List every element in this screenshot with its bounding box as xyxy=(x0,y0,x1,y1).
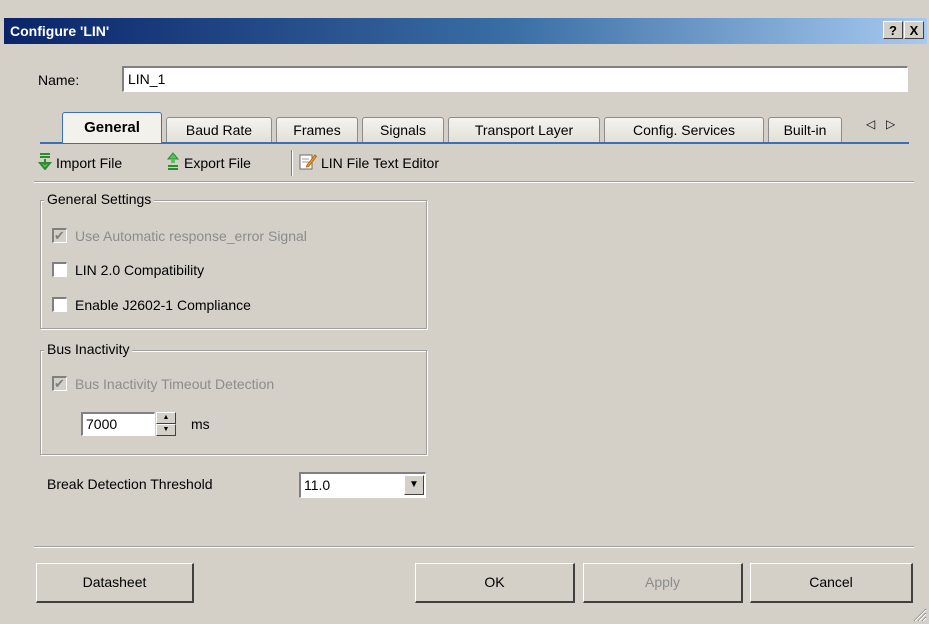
tab-baud-rate[interactable]: Baud Rate xyxy=(166,117,272,142)
dropdown-arrow-icon[interactable]: ▼ xyxy=(404,475,424,495)
tab-signals[interactable]: Signals xyxy=(362,117,444,142)
configure-dialog: Configure 'LIN' ? X Name: LIN_1 General … xyxy=(0,0,929,624)
bus-inactivity-timeout-option[interactable]: ✔ Bus Inactivity Timeout Detection xyxy=(52,374,274,394)
general-settings-title: General Settings xyxy=(44,191,155,207)
lin-file-text-editor-label: LIN File Text Editor xyxy=(321,155,440,171)
import-file-button[interactable]: Import File xyxy=(37,151,123,177)
datasheet-button[interactable]: Datasheet xyxy=(36,563,194,603)
tab-built-in[interactable]: Built-in xyxy=(768,117,842,142)
tab-frames[interactable]: Frames xyxy=(276,117,358,142)
bus-inactivity-timeout-label: Bus Inactivity Timeout Detection xyxy=(75,376,275,392)
lin20-compatibility-label: LIN 2.0 Compatibility xyxy=(75,262,205,278)
timeout-spinner[interactable]: ▲ ▼ xyxy=(156,412,176,436)
ok-button[interactable]: OK xyxy=(415,563,575,603)
import-arrow-icon xyxy=(37,152,53,177)
tab-general[interactable]: General xyxy=(62,112,162,143)
j2602-compliance-checkbox[interactable] xyxy=(52,296,67,312)
tab-scroll-right-icon[interactable]: ▷ xyxy=(886,117,899,131)
bus-inactivity-group xyxy=(40,350,427,455)
auto-response-error-option[interactable]: ✔ Use Automatic response_error Signal xyxy=(52,226,307,246)
break-detection-value: 11.0 xyxy=(304,477,331,493)
footer-divider xyxy=(34,546,914,548)
tab-config-services[interactable]: Config. Services xyxy=(604,117,764,142)
timeout-unit-label: ms xyxy=(191,416,210,432)
toolbar-divider xyxy=(34,181,914,183)
lin20-compatibility-checkbox[interactable] xyxy=(52,261,67,277)
auto-response-error-label: Use Automatic response_error Signal xyxy=(75,228,307,244)
export-arrow-icon xyxy=(166,152,180,177)
name-label: Name: xyxy=(38,72,80,88)
j2602-compliance-option[interactable]: Enable J2602-1 Compliance xyxy=(52,295,251,315)
lin-file-text-editor-button[interactable]: LIN File Text Editor xyxy=(299,151,439,175)
j2602-compliance-label: Enable J2602-1 Compliance xyxy=(75,297,251,313)
edit-document-icon xyxy=(299,152,318,177)
tab-transport-layer[interactable]: Transport Layer xyxy=(448,117,600,142)
check-mark-icon: ✔ xyxy=(54,227,65,243)
toolbar-separator xyxy=(291,150,293,176)
name-input[interactable]: LIN_1 xyxy=(122,66,908,92)
resize-grip-icon[interactable] xyxy=(911,606,927,622)
timeout-value-input[interactable]: 7000 xyxy=(81,412,155,436)
bus-inactivity-title: Bus Inactivity xyxy=(44,341,133,357)
cancel-button[interactable]: Cancel xyxy=(750,563,913,603)
auto-response-error-checkbox[interactable]: ✔ xyxy=(52,227,67,243)
window-title: Configure 'LIN' xyxy=(10,23,110,39)
apply-button[interactable]: Apply xyxy=(583,563,743,603)
export-file-button[interactable]: Export File xyxy=(166,151,251,175)
tab-underline xyxy=(40,142,909,144)
break-detection-select[interactable]: 11.0 ▼ xyxy=(299,472,426,498)
close-button[interactable]: X xyxy=(904,21,924,39)
import-file-label: Import File xyxy=(56,155,123,171)
spin-down-icon[interactable]: ▼ xyxy=(156,424,176,436)
break-detection-label: Break Detection Threshold xyxy=(47,476,213,492)
tab-scroll-left-icon[interactable]: ◁ xyxy=(866,117,879,131)
help-button[interactable]: ? xyxy=(883,21,903,39)
lin20-compatibility-option[interactable]: LIN 2.0 Compatibility xyxy=(52,260,204,280)
check-mark-icon: ✔ xyxy=(54,375,65,391)
title-bar[interactable]: Configure 'LIN' ? X xyxy=(4,18,927,44)
export-file-label: Export File xyxy=(184,155,251,171)
spin-up-icon[interactable]: ▲ xyxy=(156,412,176,424)
bus-inactivity-timeout-checkbox[interactable]: ✔ xyxy=(52,375,67,391)
